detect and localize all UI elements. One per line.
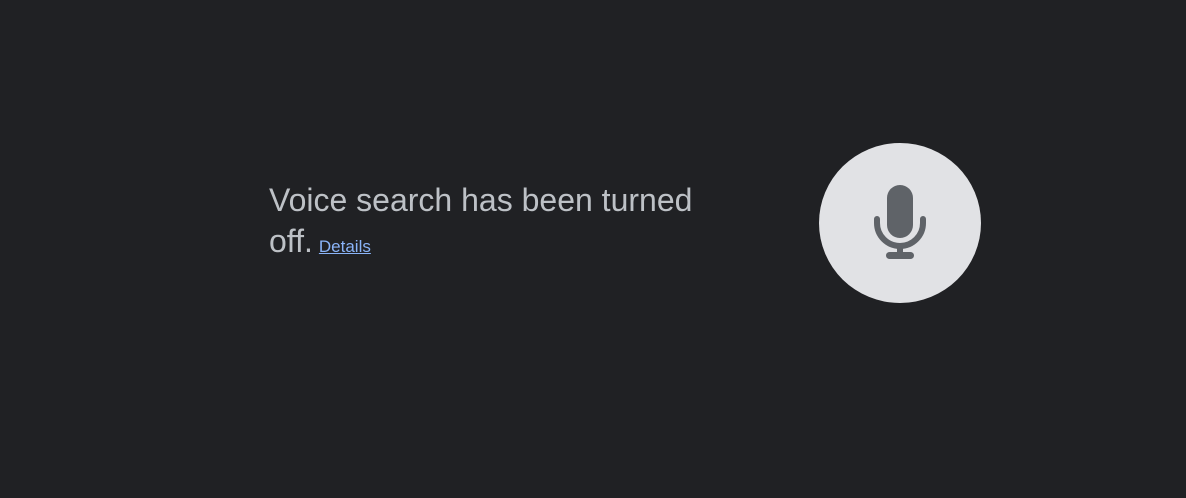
voice-search-message: Voice search has been turned off. Details <box>269 180 739 267</box>
details-link[interactable]: Details <box>319 237 371 256</box>
message-text-line2: off. <box>269 223 313 259</box>
message-text-line1: Voice search has been turned <box>269 182 693 218</box>
microphone-button[interactable] <box>819 143 981 303</box>
voice-search-panel: Voice search has been turned off. Details <box>0 0 1186 498</box>
message-line2: off. Details <box>269 223 371 259</box>
microphone-icon <box>874 185 926 259</box>
